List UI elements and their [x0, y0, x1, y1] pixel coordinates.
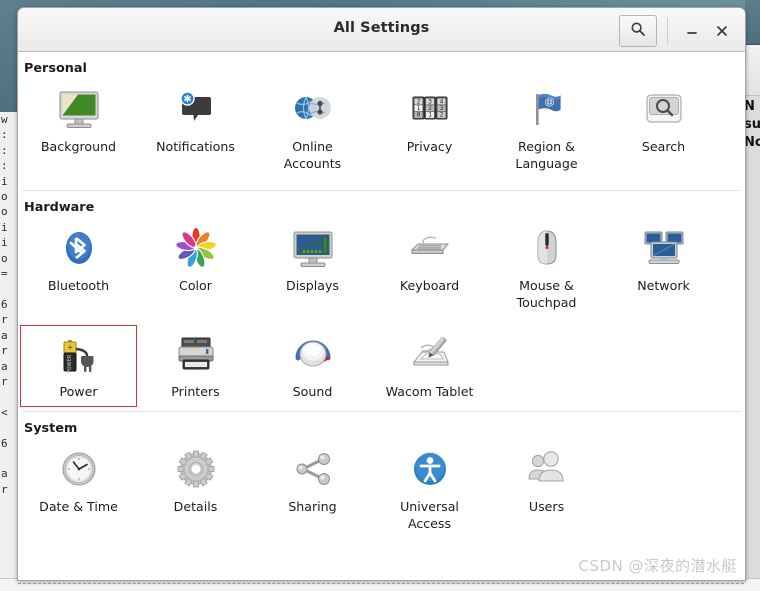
settings-content: Personal Background Notifications Online… [18, 52, 745, 580]
settings-item-label: Universal Access [381, 498, 479, 532]
settings-item-power[interactable]: POWER + Power [20, 325, 137, 407]
search-icon [630, 21, 646, 41]
settings-item-label: Network [637, 277, 690, 294]
settings-item-date-time[interactable]: Date & Time [20, 440, 137, 546]
settings-item-region-language[interactable]: Region & Language [488, 80, 605, 186]
bluetooth-icon [54, 224, 104, 274]
monitor-wallpaper-icon [54, 85, 104, 135]
color-flower-icon [171, 224, 221, 274]
speaker-knob-icon [288, 330, 338, 380]
settings-item-privacy[interactable]: 210 321 432 Privacy [371, 80, 488, 186]
svg-text:1: 1 [428, 112, 432, 119]
settings-item-label: Region & Language [498, 138, 596, 172]
users-icon [522, 445, 572, 495]
settings-item-label: Displays [286, 277, 339, 294]
section-heading: System [18, 412, 745, 440]
settings-item-label: Sharing [288, 498, 336, 515]
search-button[interactable] [619, 15, 657, 47]
section-heading: Personal [18, 52, 745, 80]
settings-section-system: System Date & Time Details [18, 411, 745, 546]
settings-section-personal: Personal Background Notifications Online… [18, 52, 745, 186]
titlebar-separator [667, 18, 668, 44]
settings-item-label: Background [41, 138, 116, 155]
settings-item-label: Color [179, 277, 212, 294]
display-ruler-icon [288, 224, 338, 274]
settings-item-label: Wacom Tablet [386, 383, 474, 400]
settings-item-label: Printers [171, 383, 219, 400]
notification-bubble-icon [171, 85, 221, 135]
settings-item-mouse-touchpad[interactable]: Mouse & Touchpad [488, 219, 605, 325]
settings-sections: Personal Background Notifications Online… [18, 52, 745, 546]
settings-item-label: Date & Time [39, 498, 118, 515]
accessibility-icon [405, 445, 455, 495]
settings-item-wacom-tablet[interactable]: Wacom Tablet [371, 325, 488, 407]
settings-item-label: Sound [293, 383, 333, 400]
settings-item-users[interactable]: Users [488, 440, 605, 546]
settings-item-color[interactable]: Color [137, 219, 254, 325]
mouse-icon [522, 224, 572, 274]
close-button[interactable] [707, 17, 737, 45]
svg-text:POWER: POWER [67, 354, 73, 373]
network-computers-icon [639, 224, 689, 274]
settings-item-keyboard[interactable]: Keyboard [371, 219, 488, 325]
settings-item-background[interactable]: Background [20, 80, 137, 186]
settings-item-sound[interactable]: Sound [254, 325, 371, 407]
share-nodes-icon [288, 445, 338, 495]
minimize-button[interactable] [677, 17, 707, 45]
printer-icon [171, 330, 221, 380]
settings-item-search[interactable]: Search [605, 80, 722, 186]
clock-icon [54, 445, 104, 495]
settings-item-label: Details [174, 498, 218, 515]
settings-item-printers[interactable]: Printers [137, 325, 254, 407]
combination-lock-icon: 210 321 432 [405, 85, 455, 135]
globe-accounts-icon [288, 85, 338, 135]
background-right-text: N su No [744, 98, 760, 168]
settings-item-notifications[interactable]: Notifications [137, 80, 254, 186]
settings-item-label: Mouse & Touchpad [498, 277, 596, 311]
svg-text:2: 2 [439, 112, 443, 119]
settings-item-label: Search [642, 138, 685, 155]
svg-text:+: + [67, 344, 73, 352]
gear-icon [171, 445, 221, 495]
settings-grid: Bluetooth Color Displays Keyboard Mouse … [18, 219, 745, 407]
settings-item-label: Privacy [407, 138, 453, 155]
tablet-stylus-icon [405, 330, 455, 380]
settings-item-label: Online Accounts [264, 138, 362, 172]
settings-item-details[interactable]: Details [137, 440, 254, 546]
settings-item-label: Power [59, 383, 97, 400]
magnifier-panel-icon [639, 85, 689, 135]
settings-item-displays[interactable]: Displays [254, 219, 371, 325]
titlebar: All Settings [18, 8, 745, 52]
section-heading: Hardware [18, 191, 745, 219]
settings-item-sharing[interactable]: Sharing [254, 440, 371, 546]
desktop-bottom-divider [18, 583, 744, 585]
background-right-toolbar [745, 45, 760, 96]
keyboard-icon [405, 224, 455, 274]
settings-item-label: Notifications [156, 138, 235, 155]
settings-item-universal-access[interactable]: Universal Access [371, 440, 488, 546]
settings-item-label: Keyboard [400, 277, 459, 294]
settings-grid: Date & Time Details Sharing Universal Ac… [18, 440, 745, 546]
battery-plug-icon: POWER + [54, 330, 104, 380]
svg-text:0: 0 [416, 112, 420, 119]
settings-item-online-accounts[interactable]: Online Accounts [254, 80, 371, 186]
settings-grid: Background Notifications Online Accounts… [18, 80, 745, 186]
background-right-titlebar [745, 0, 760, 45]
settings-item-network[interactable]: Network [605, 219, 722, 325]
titlebar-controls [619, 15, 737, 47]
settings-item-bluetooth[interactable]: Bluetooth [20, 219, 137, 325]
settings-item-label: Users [529, 498, 564, 515]
flag-icon [522, 85, 572, 135]
all-settings-window: All Settings Pe [17, 7, 746, 581]
watermark: CSDN @深夜的潜水艇 [578, 555, 737, 576]
settings-item-label: Bluetooth [48, 277, 109, 294]
settings-section-hardware: Hardware Bluetooth Color Displays Keyboa… [18, 190, 745, 407]
